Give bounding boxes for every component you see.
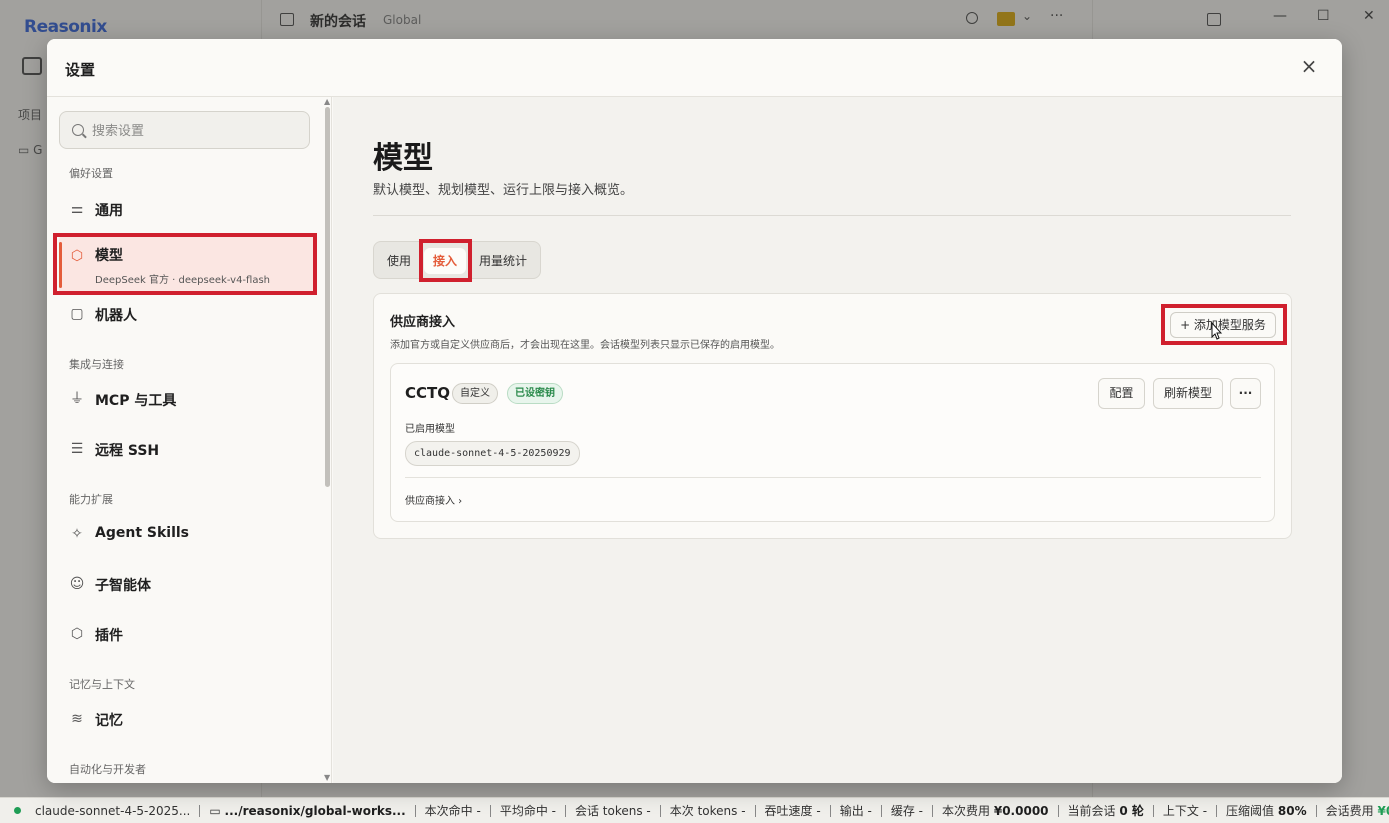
package-icon: ⬡ [70,626,84,642]
model-chip: claude-sonnet-4-5-20250929 [405,441,580,466]
tab-stats[interactable]: 用量统计 [470,248,536,274]
card-description: 添加官方或自定义供应商后，才会出现在这里。会话模型列表只显示已保存的启用模型。 [390,340,780,351]
status-path[interactable]: ▭ .../reasonix/global-works... [200,803,416,818]
status-item: 缓存 - [882,804,934,817]
section-memory: 记忆与上下文 [69,678,135,691]
nav-label: 子智能体 [95,578,151,594]
status-bar: claude-sonnet-4-5-2025... ▭ .../reasonix… [0,797,1389,823]
database-icon: ≋ [71,711,83,727]
settings-content: 模型 默认模型、规划模型、运行上限与接入概览。 使用 接入 用量统计 供应商接入… [333,97,1342,783]
settings-modal: 设置 × 偏好设置 ⚌ 通用 ⬡ 模型 DeepSeek 官方 · deepse… [47,39,1342,783]
provider-integration-link[interactable]: 供应商接入 › [405,492,462,507]
configure-button[interactable]: 配置 [1098,378,1145,409]
section-integration: 集成与连接 [69,358,124,371]
provider-item: CCTQ 自定义 已设密钥 配置 刷新模型 ··· 已启用模型 claude-s… [390,363,1275,522]
nav-label: MCP 与工具 [95,393,177,409]
nav-label: 机器人 [95,308,137,324]
nav-item-memory[interactable]: ≋ 记忆 [59,699,315,739]
highlight-box [1161,304,1287,345]
divider [405,477,1261,478]
status-item: 本次命中 - [416,804,491,817]
divider [373,215,1291,216]
nav-label: 记忆 [95,713,123,729]
nav-item-robot[interactable]: ▢ 机器人 [59,294,315,334]
nav-label: 远程 SSH [95,443,160,459]
scrollbar-thumb[interactable] [325,107,330,487]
nav-item-skills[interactable]: ✧ Agent Skills [59,514,315,554]
nav-scrollbar[interactable]: ▲ ▼ [324,97,330,783]
robot-icon: ▢ [70,306,84,322]
status-item: 吞吐速度 - [756,804,831,817]
status-session-rounds: 当前会话 0 轮 [1059,804,1154,817]
page-description: 默认模型、规划模型、运行上限与接入概览。 [373,183,634,198]
card-title: 供应商接入 [390,315,456,330]
refresh-models-button[interactable]: 刷新模型 [1153,378,1223,409]
scroll-up-icon[interactable]: ▲ [324,97,330,106]
badge-custom: 自定义 [452,383,498,404]
sliders-icon: ⚌ [70,201,84,217]
status-item: 会话 tokens - [566,804,661,817]
search-icon [72,124,84,136]
section-preferences: 偏好设置 [69,167,113,180]
highlight-box [53,233,317,295]
nav-item-subagents[interactable]: ☺ 子智能体 [59,564,315,604]
settings-title: 设置 [65,61,96,79]
provider-card: 供应商接入 添加官方或自定义供应商后，才会出现在这里。会话模型列表只显示已保存的… [373,293,1292,539]
enabled-models-label: 已启用模型 [405,424,455,435]
status-item: 输出 - [831,804,882,817]
nav-item-mcp[interactable]: ⏚ MCP 与工具 [59,379,315,419]
nav-label: 通用 [95,203,123,219]
users-icon: ☺ [69,576,85,592]
nav-label: Agent Skills [95,525,190,541]
status-item: 本次 tokens - [661,804,756,817]
server-icon: ☰ [70,441,84,457]
page-title: 模型 [373,141,433,176]
settings-search[interactable] [59,111,310,149]
settings-header: 设置 × [47,39,1342,97]
status-model[interactable]: claude-sonnet-4-5-2025... [26,804,201,817]
search-input[interactable] [92,121,292,141]
nav-label: 插件 [95,628,123,644]
status-session-cost: 会话费用 ¥0.0 [1325,803,1389,818]
status-current-cost: 本次费用 ¥0.0000 [933,804,1059,817]
nav-item-ssh[interactable]: ☰ 远程 SSH [59,429,315,469]
more-options-button[interactable]: ··· [1230,378,1261,409]
sparkle-icon: ✧ [71,526,83,542]
settings-nav: 偏好设置 ⚌ 通用 ⬡ 模型 DeepSeek 官方 · deepseek-v4… [47,97,332,783]
status-dot [14,807,21,814]
tab-usage[interactable]: 使用 [378,248,420,274]
status-item: 平均命中 - [491,804,566,817]
nav-item-plugins[interactable]: ⬡ 插件 [59,614,315,654]
section-extensions: 能力扩展 [69,493,113,506]
status-compress: 压缩阈值 80% [1217,804,1317,817]
close-icon[interactable]: × [1299,56,1319,76]
section-automation: 自动化与开发者 [69,763,146,776]
provider-name: CCTQ [405,384,450,402]
folder-icon: ▭ [209,803,225,818]
nav-item-general[interactable]: ⚌ 通用 [59,189,315,229]
status-context: 上下文 - [1154,804,1218,817]
highlight-box [419,239,472,282]
mouse-cursor-icon [1211,322,1223,340]
scroll-down-icon[interactable]: ▼ [324,773,330,782]
plug-icon: ⏚ [70,391,84,407]
badge-key-set: 已设密钥 [507,383,563,404]
